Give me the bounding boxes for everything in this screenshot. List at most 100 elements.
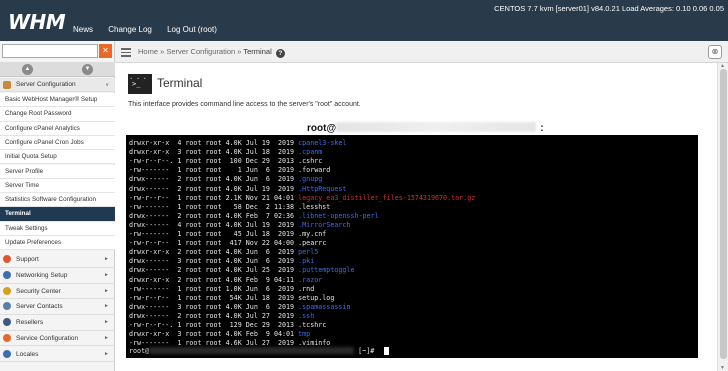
sidebar-controls: ▲ ▼ <box>0 62 115 77</box>
section-icon <box>3 318 11 327</box>
page-description: This interface provides command line acc… <box>128 101 361 108</box>
sidebar-item-update-preferences[interactable]: Update Preferences <box>0 236 115 251</box>
sidebar-item-basic-webhost-manager-setup[interactable]: Basic WebHost Manager® Setup <box>0 93 115 108</box>
file-name: .libnet-openssh-perl <box>298 211 379 220</box>
file-name: .pearrc <box>298 239 327 248</box>
sidebar-item-change-root-password[interactable]: Change Root Password <box>0 107 115 122</box>
sidebar-item-server-time[interactable]: Server Time <box>0 178 115 194</box>
help-icon[interactable]: ? <box>275 49 285 58</box>
breadcrumb-bar: Home » Server Configuration » Terminal ?… <box>115 41 728 63</box>
terminal-line: drwx------ 2 root root 4.0K Jul 19 2019 … <box>129 184 347 193</box>
sidebar-section-resellers[interactable]: Resellers ► <box>0 315 115 331</box>
file-name: .my.cnf <box>298 230 327 238</box>
file-name: .ssh <box>298 311 315 320</box>
redacted-hostname <box>336 122 537 132</box>
close-icon[interactable]: ⊗ <box>708 45 722 59</box>
terminal-line: -rw-r--r--. 1 root root 129 Dec 29 2013 … <box>129 321 327 329</box>
terminal-line: -rw-r--r-- 1 root root 54K Jul 18 2019 s… <box>129 293 335 302</box>
sidebar-section-label: Security Center <box>16 287 61 295</box>
file-name: .tcshrc <box>298 321 327 329</box>
terminal-line: drwxr-xr-x 4 root root 4.0K Jul 19 2019 … <box>129 139 347 147</box>
terminal-line: drwx------ 4 root root 4.0K Jul 19 2019 … <box>129 220 351 229</box>
page-scrollbar[interactable]: ▲ ▼ <box>717 63 728 371</box>
sidebar-item-initial-quota-setup[interactable]: Initial Quota Setup <box>0 150 115 165</box>
section-icon <box>3 271 11 279</box>
sidebar-item-configure-cpanel-cron-jobs[interactable]: Configure cPanel Cron Jobs <box>0 135 115 151</box>
section-icon <box>3 333 11 342</box>
system-info: CENTOS 7.7 kvm [server01] v84.0.21 Load … <box>494 4 724 13</box>
sidebar-item-configure-cpanel-analytics[interactable]: Configure cPanel Analytics <box>0 121 115 136</box>
sidebar-section-server-configuration[interactable]: Server Configuration ∨ <box>0 78 115 92</box>
collapse-all-icon[interactable]: ▲ <box>22 64 33 75</box>
file-name: .lesshst <box>298 202 331 211</box>
top-bar: WHM News Change Log Log Out (root) CENTO… <box>0 0 728 41</box>
sidebar-section-security-center[interactable]: Security Center ► <box>0 284 115 300</box>
sidebar-item-statistics-software-configuration[interactable]: Statistics Software Configuration <box>0 193 115 208</box>
file-name: legacy_ea3_distiller_files-1574319670.ta… <box>298 193 476 202</box>
menu-toggle-icon[interactable] <box>121 48 131 59</box>
terminal-line: -rw------- 1 root root 1.0K Jun 6 2019 .… <box>129 284 315 293</box>
file-name: perl5 <box>298 248 319 257</box>
terminal-line: drwxr-xr-x 3 root root 4.0K Jul 18 2019 … <box>129 148 323 157</box>
file-name: cpanel3-skel <box>298 139 347 147</box>
breadcrumb-home[interactable]: Home <box>138 47 158 56</box>
sidebar-search-input[interactable] <box>2 44 98 58</box>
file-name: .pki <box>298 257 315 266</box>
logout-link[interactable]: Log Out (root) <box>167 25 217 34</box>
terminal-line: -rw-r--r-- 1 root root 2.1K Nov 21 04:01… <box>129 193 476 202</box>
breadcrumb: Home » Server Configuration » Terminal ? <box>138 47 285 58</box>
terminal-line: drwx------ 2 root root 4.0K Jul 27 2019 … <box>129 311 315 320</box>
section-icon <box>3 255 11 264</box>
page-title: Terminal <box>157 76 203 90</box>
terminal-line: -rw------- 1 root root 4.6K Jul 27 2019 … <box>129 339 331 348</box>
file-name: .gnupg <box>298 175 323 184</box>
scrollbar-thumb[interactable] <box>720 69 727 359</box>
news-link[interactable]: News <box>73 25 93 34</box>
terminal-window[interactable]: drwxr-xr-x 4 root root 4.0K Jul 19 2019 … <box>126 135 698 358</box>
terminal-line: drwx------ 3 root root 4.0K Jun 6 2019 .… <box>129 302 351 311</box>
file-name: tmp <box>298 330 311 339</box>
scroll-down-icon[interactable]: ▼ <box>720 365 725 371</box>
sidebar-section-label: Server Contacts <box>16 303 63 311</box>
sidebar-section-label: Service Configuration <box>16 334 79 342</box>
terminal-line: -rw-r--r--. 1 root root 100 Dec 29 2013 … <box>129 157 323 166</box>
section-icon <box>3 349 11 358</box>
sidebar-item-tweak-settings[interactable]: Tweak Settings <box>0 221 115 236</box>
sidebar-section-service-configuration[interactable]: Service Configuration ► <box>0 331 115 347</box>
expand-all-icon[interactable]: ▼ <box>82 64 93 75</box>
file-name: .puttemptoggle <box>298 266 355 275</box>
whm-logo[interactable]: WHM <box>8 10 66 34</box>
chevron-down-icon: ∨ <box>105 82 109 88</box>
chevron-right-icon: ► <box>104 319 109 326</box>
terminal-icon: • • • >_ <box>128 74 152 94</box>
sidebar-section-label: Networking Setup <box>16 272 68 279</box>
sidebar-section-locales[interactable]: Locales ► <box>0 347 115 362</box>
terminal-line: -rw-r--r-- 1 root root 417 Nov 22 04:00 … <box>129 239 327 248</box>
sidebar-section-networking-setup[interactable]: Networking Setup ► <box>0 268 115 284</box>
search-clear-button[interactable]: ✕ <box>99 44 112 58</box>
terminal-line: drwxr-xr-x 3 root root 4.0K Feb 9 04:01 … <box>129 330 311 339</box>
file-name: .rnd <box>298 284 315 293</box>
terminal-line: drwxr-xr-x 2 root root 4.0K Jun 6 2019 p… <box>129 248 319 257</box>
sidebar-section-label: Resellers <box>16 319 44 327</box>
sidebar-item-terminal[interactable]: Terminal <box>0 207 115 222</box>
chevron-right-icon: ► <box>104 334 109 341</box>
breadcrumb-current: Terminal <box>243 47 272 56</box>
terminal-line: drwxr-xr-x 2 root root 4.0K Feb 9 04:11 … <box>129 275 323 284</box>
server-config-icon <box>3 81 11 89</box>
breadcrumb-section[interactable]: Server Configuration <box>166 47 235 56</box>
sidebar-section-server-contacts[interactable]: Server Contacts ► <box>0 299 115 315</box>
terminal-line: drwx------ 2 root root 4.0K Jun 6 2019 .… <box>129 175 323 184</box>
file-name: .spamassassin <box>298 302 351 311</box>
file-name: .HttpRequest <box>298 184 347 193</box>
terminal-line: drwx------ 2 root root 4.0K Jul 25 2019 … <box>129 266 355 275</box>
terminal-prompt: root@ [~]# <box>129 347 375 355</box>
sidebar-section-label: Support <box>16 256 39 264</box>
file-name: setup.log <box>298 293 335 302</box>
change-log-link[interactable]: Change Log <box>108 25 152 34</box>
sidebar-section-support[interactable]: Support ► <box>0 252 115 268</box>
sidebar-item-server-profile[interactable]: Server Profile <box>0 164 115 179</box>
terminal-line: -rw------- 1 root root 58 Dec 2 11:38 .l… <box>129 202 331 211</box>
chevron-right-icon: ► <box>104 256 109 263</box>
terminal-line: drwx------ 2 root root 4.0K Feb 7 02:36 … <box>129 211 379 220</box>
